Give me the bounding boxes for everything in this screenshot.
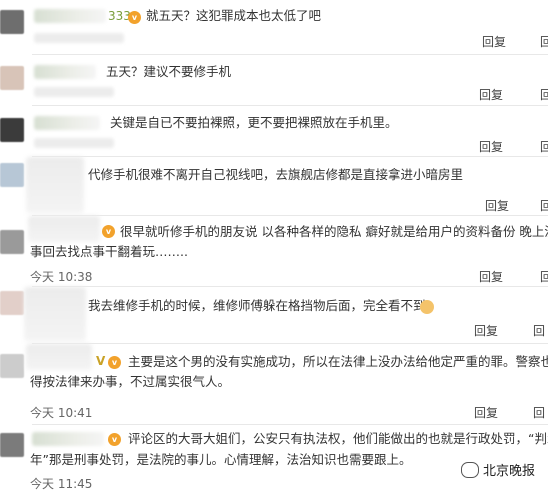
- comment-text: 我去维修手机的时候，维修师傅躲在格挡物后面，完全看不到: [88, 298, 426, 313]
- comment-text-line-2: 得按法律来办事，不过属实很气人。: [30, 374, 231, 389]
- clipped-action-icon[interactable]: 回: [540, 138, 548, 155]
- clipped-action-icon[interactable]: 回: [540, 268, 548, 285]
- vip-badge-icon: v: [108, 433, 121, 446]
- comment-text-line-2: 事回去找点事干翻着玩……..: [30, 244, 188, 259]
- comment-item: 关键是自已不要拍裸照，更不要把裸照放在手机里。 回复 回: [0, 106, 548, 156]
- comment-text-line-2: 年”那是刑事处罚，是法院的事儿。心情理解，法治知识也需要跟上。: [30, 452, 412, 467]
- blurred-timestamp: [34, 87, 114, 97]
- avatar[interactable]: [0, 230, 24, 254]
- comment-text: 五天？建议不要修手机: [106, 64, 232, 79]
- clipped-action-icon[interactable]: 回: [533, 322, 545, 339]
- clipped-action-icon[interactable]: 回: [540, 86, 548, 103]
- blurred-timestamp: [34, 138, 114, 148]
- comment-timestamp: 今天 10:38: [30, 270, 93, 284]
- blurred-user-area: [24, 287, 86, 341]
- reply-button[interactable]: 回复: [479, 86, 503, 103]
- clipped-action-icon[interactable]: 回: [533, 404, 545, 421]
- comment-text-line-1: 很早就听修手机的朋友说 以各种各样的隐私 癖好就是给用户的资料备份 晚上没: [120, 224, 548, 239]
- reply-button[interactable]: 回复: [485, 197, 509, 214]
- blurred-username: [32, 432, 104, 446]
- avatar[interactable]: [0, 354, 24, 378]
- clipped-action-icon[interactable]: 回: [540, 33, 548, 50]
- vip-badge-icon: v: [102, 225, 115, 238]
- blurred-username: [34, 9, 106, 23]
- comment-item: 代修手机很难不离开自己视线吧，去旗舰店修都是直接拿进小暗房里 回复 回: [0, 157, 548, 215]
- blurred-user-area: [28, 216, 100, 242]
- blurred-user-area: [26, 344, 92, 370]
- comment-text: 代修手机很难不离开自己视线吧，去旗舰店修都是直接拿进小暗房里: [88, 167, 464, 182]
- blurred-user-area: [26, 157, 84, 213]
- wechat-logo-icon: [460, 461, 479, 478]
- avatar[interactable]: [0, 163, 24, 187]
- blurred-username: [34, 116, 100, 130]
- avatar[interactable]: [0, 10, 24, 34]
- avatar[interactable]: [0, 433, 24, 457]
- face-emoji-icon: [420, 300, 434, 314]
- comment-item: 五天？建议不要修手机 回复 回: [0, 55, 548, 105]
- watermark: 北京晚报: [457, 459, 538, 480]
- watermark-text: 北京晚报: [482, 464, 535, 479]
- blurred-username: [34, 65, 96, 79]
- comment-item: V v 主要是这个男的没有实施成功，所以在法律上没办法给他定严重的罪。警察也 得…: [0, 344, 548, 424]
- reply-button[interactable]: 回复: [474, 322, 498, 339]
- reply-button[interactable]: 回复: [479, 138, 503, 155]
- username-tail[interactable]: V: [96, 354, 105, 368]
- avatar[interactable]: [0, 66, 24, 90]
- reply-button[interactable]: 回复: [479, 268, 503, 285]
- comment-item: 我去维修手机的时候，维修师傅躲在格挡物后面，完全看不到 回复 回: [0, 287, 548, 343]
- blurred-timestamp: [34, 33, 124, 43]
- comment-text-line-1: 评论区的大哥大姐们，公安只有执法权，他们能做出的也就是行政处罚，“判xx: [128, 431, 548, 446]
- comment-item: v 很早就听修手机的朋友说 以各种各样的隐私 癖好就是给用户的资料备份 晚上没 …: [0, 216, 548, 286]
- comment-timestamp: 今天 11:45: [30, 477, 93, 491]
- clipped-action-icon[interactable]: 回: [540, 197, 548, 214]
- vip-badge-icon: v: [108, 356, 121, 369]
- reply-button[interactable]: 回复: [482, 33, 506, 50]
- reply-button[interactable]: 回复: [474, 404, 498, 421]
- avatar[interactable]: [0, 291, 24, 315]
- avatar[interactable]: [0, 118, 24, 142]
- comment-text: 关键是自已不要拍裸照，更不要把裸照放在手机里。: [110, 115, 398, 130]
- comment-timestamp: 今天 10:41: [30, 406, 93, 420]
- comment-text-line-1: 主要是这个男的没有实施成功，所以在法律上没办法给他定严重的罪。警察也: [128, 354, 548, 369]
- comment-item: 333 v 就五天？这犯罪成本也太低了吧 回复 回: [0, 0, 548, 54]
- vip-badge-icon: v: [128, 11, 141, 24]
- comment-text: 就五天？这犯罪成本也太低了吧: [146, 8, 322, 23]
